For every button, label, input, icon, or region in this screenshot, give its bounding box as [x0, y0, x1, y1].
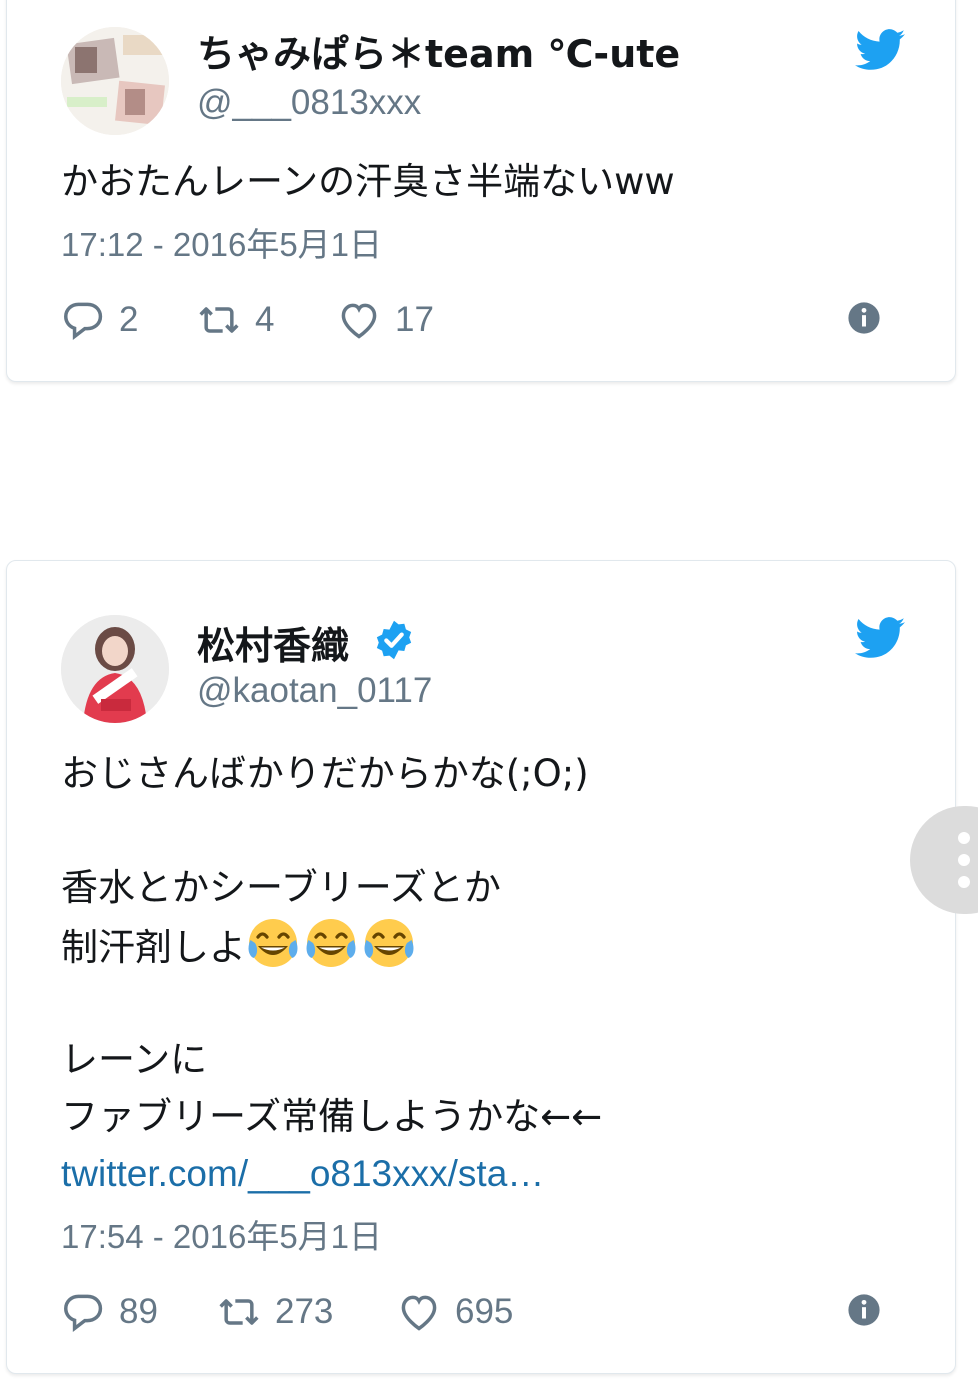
tweet-text-line: かおたんレーンの汗臭さ半端ないww	[61, 160, 675, 203]
like-count: 695	[455, 1292, 514, 1331]
retweet-count: 273	[275, 1292, 334, 1331]
reply-count: 89	[119, 1292, 158, 1331]
like-icon	[341, 303, 377, 339]
reply-button[interactable]: 2	[61, 295, 138, 345]
reply-icon	[64, 1294, 103, 1333]
reply-icon	[64, 302, 103, 341]
tweet-actions: 89 273 695	[61, 1287, 921, 1337]
twitter-bird-icon[interactable]	[855, 617, 905, 659]
display-name[interactable]: 松村香織	[197, 623, 349, 669]
retweet-icon	[219, 1299, 259, 1325]
twitter-bird-icon[interactable]	[855, 29, 905, 71]
avatar[interactable]	[61, 615, 169, 723]
tweet-card[interactable]: ちゃみぱら＊team ℃-ute @___0813xxx かおたんレーンの汗臭さ…	[6, 0, 956, 382]
retweet-count: 4	[255, 300, 275, 339]
tweet-text-line: 香水とかシーブリーズとか	[61, 866, 501, 909]
user-handle[interactable]: @___0813xxx	[197, 83, 421, 123]
face-with-tears-of-joy-icon	[306, 919, 356, 967]
like-button[interactable]: 695	[397, 1287, 513, 1337]
like-count: 17	[395, 300, 434, 339]
face-with-tears-of-joy-icon	[248, 919, 298, 967]
tweet-timestamp[interactable]: 17:12 - 2016年5月1日	[61, 225, 382, 265]
info-icon[interactable]	[847, 301, 881, 335]
user-handle[interactable]: @kaotan_0117	[197, 671, 432, 711]
retweet-icon	[199, 307, 239, 333]
tweet-link[interactable]: twitter.com/___o813xxx/sta…	[61, 1145, 544, 1202]
tweet-text-line: レーンに	[61, 1038, 208, 1081]
verified-badge-icon	[376, 620, 412, 660]
tweet-text-line: 制汗剤しよ	[61, 926, 246, 969]
like-button[interactable]: 17	[337, 295, 434, 345]
like-icon	[401, 1295, 437, 1331]
display-name[interactable]: ちゃみぱら＊team ℃-ute	[197, 31, 680, 77]
avatar[interactable]	[61, 27, 169, 135]
retweet-button[interactable]: 4	[197, 295, 274, 345]
tweet-text-line: ファブリーズ常備しようかな←←	[61, 1095, 603, 1138]
reply-count: 2	[119, 300, 139, 339]
tweet-timestamp[interactable]: 17:54 - 2016年5月1日	[61, 1217, 382, 1257]
tweet-actions: 2 4 17	[61, 295, 921, 345]
tweet-text-line: おじさんばかりだからかな(;O;)	[61, 752, 589, 795]
retweet-button[interactable]: 273	[217, 1287, 333, 1337]
tweet-card[interactable]: 松村香織 @kaotan_0117 おじさんばかりだからかな(;O;) 香水とか…	[6, 560, 956, 1374]
info-icon[interactable]	[847, 1293, 881, 1327]
tweet-text-emoji-line: 制汗剤しよ	[61, 916, 420, 976]
face-with-tears-of-joy-icon	[364, 919, 414, 967]
reply-button[interactable]: 89	[61, 1287, 158, 1337]
